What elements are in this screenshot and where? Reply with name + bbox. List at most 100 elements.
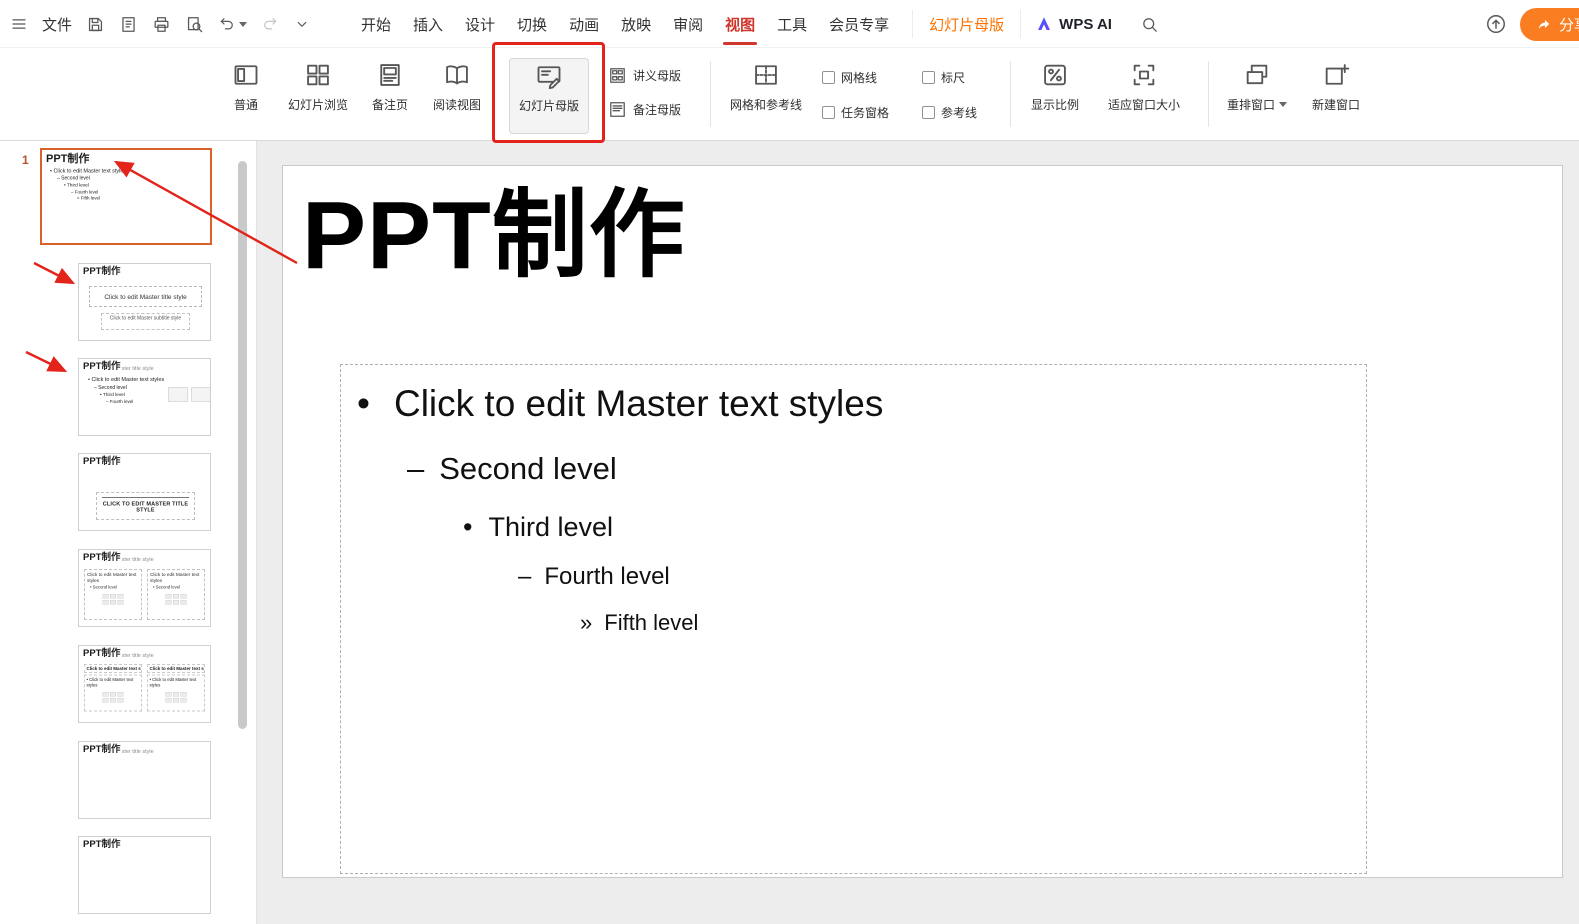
slide-text-placeholder[interactable]: •Click to edit Master text styles –Secon… <box>340 364 1367 874</box>
bullet-level-3: •Third level <box>463 512 613 543</box>
undo-icon[interactable] <box>218 15 247 33</box>
hamburger-menu-icon[interactable] <box>10 15 28 33</box>
slide-title-placeholder[interactable]: PPT制作 <box>302 186 686 287</box>
handout-master-button[interactable]: 讲义母版 <box>608 64 704 86</box>
notes-page-icon <box>376 61 404 89</box>
redo-icon <box>261 15 279 33</box>
new-window-button[interactable]: 新建窗口 <box>1300 58 1372 134</box>
wps-ai-button[interactable]: WPS AI <box>1035 15 1112 33</box>
content-placeholder-icon <box>191 387 211 402</box>
tab-slide-master-context[interactable]: 幻灯片母版 <box>912 10 1021 38</box>
thumbnail-two-content-layout[interactable]: Click to edit Master title style PPT制作 C… <box>78 549 211 627</box>
thumbnail-section-layout[interactable]: PPT制作 CLICK TO EDIT MASTER TITLE STYLE <box>78 453 211 531</box>
search-icon[interactable] <box>1140 15 1159 34</box>
menu-animation[interactable]: 动画 <box>558 0 610 48</box>
scrollbar-thumb[interactable] <box>238 161 247 729</box>
fit-window-icon <box>1130 61 1158 89</box>
normal-view-button[interactable]: 普通 <box>214 58 278 134</box>
thumbnail-master[interactable]: PPT制作 • Click to edit Master text styles… <box>40 148 212 245</box>
thumb-title: PPT制作 <box>83 456 122 467</box>
thumb-title: PPT制作 <box>83 552 122 563</box>
content-placeholder: Click to edit Master text styles • Secon… <box>84 569 142 620</box>
slide-master-icon <box>535 62 563 90</box>
menu-transitions[interactable]: 切换 <box>506 0 558 48</box>
bullet-level-4: –Fourth level <box>518 563 670 591</box>
comparison-column: Click to edit Master text styles • Click… <box>147 664 205 712</box>
thumb-bullets: • Click to edit Master text styles – Sec… <box>50 168 210 202</box>
thumbnail-title-layout[interactable]: PPT制作 Click to edit Master title style C… <box>78 263 211 341</box>
menu-member[interactable]: 会员专享 <box>818 0 900 48</box>
wps-ai-label: WPS AI <box>1059 16 1112 33</box>
slide-master-editing-area[interactable]: PPT制作 •Click to edit Master text styles … <box>282 165 1563 878</box>
share-button[interactable]: 分享 <box>1520 8 1579 41</box>
thumbnail-title-only-layout[interactable]: Click to edit Master title style PPT制作 <box>78 741 211 819</box>
dropdown-caret-icon <box>1279 102 1287 107</box>
upload-cloud-icon[interactable] <box>1485 13 1507 35</box>
menu-view[interactable]: 视图 <box>714 0 766 48</box>
bullet-marker: • <box>463 512 472 543</box>
bullet-marker: – <box>407 451 424 487</box>
ribbon: 普通 幻灯片浏览 备注页 阅读视图 幻灯片母版 讲义母版 备注母版 网格和参考线… <box>0 48 1579 141</box>
subtitle-placeholder: Click to edit Master subtitle style <box>101 313 190 330</box>
notes-page-button[interactable]: 备注页 <box>357 58 423 134</box>
bullet-marker: – <box>518 563 531 591</box>
menu-bar: 开始 插入 设计 切换 动画 放映 审阅 视图 工具 会员专享 幻灯片母版 WP… <box>350 0 1159 48</box>
fit-window-button[interactable]: 适应窗口大小 <box>1098 58 1190 134</box>
menu-tools[interactable]: 工具 <box>766 0 818 48</box>
thumb-title: PPT制作 <box>83 361 122 372</box>
bullet-marker: • <box>357 383 370 425</box>
menu-design[interactable]: 设计 <box>454 0 506 48</box>
toolbar-expand-chevron-icon[interactable] <box>293 15 311 33</box>
export-icon[interactable] <box>119 15 138 34</box>
save-icon[interactable] <box>86 15 105 34</box>
guides-checkbox[interactable]: 参考线 <box>922 104 977 121</box>
normal-view-icon <box>232 61 260 89</box>
print-icon[interactable] <box>152 15 171 34</box>
content-placeholder-icon <box>168 387 188 402</box>
ribbon-separator <box>1010 61 1011 127</box>
handout-master-icon <box>608 66 627 85</box>
checkbox-icon <box>922 71 935 84</box>
thumb-title: PPT制作 <box>83 839 122 850</box>
zoom-ratio-icon <box>1041 61 1069 89</box>
section-title-placeholder: CLICK TO EDIT MASTER TITLE STYLE <box>96 492 195 520</box>
arrange-windows-icon <box>1243 61 1271 89</box>
checkbox-icon <box>922 106 935 119</box>
menu-insert[interactable]: 插入 <box>402 0 454 48</box>
arrange-windows-button[interactable]: 重排窗口 <box>1216 58 1298 134</box>
thumbnail-comparison-layout[interactable]: Click to edit Master title style PPT制作 C… <box>78 645 211 723</box>
task-pane-checkbox[interactable]: 任务窗格 <box>822 104 889 121</box>
ruler-checkbox[interactable]: 标尺 <box>922 69 965 86</box>
wps-ai-logo <box>1035 15 1053 33</box>
thumb-title: PPT制作 <box>46 152 91 165</box>
menu-slideshow[interactable]: 放映 <box>610 0 662 48</box>
editing-canvas: PPT制作 •Click to edit Master text styles … <box>256 141 1579 924</box>
bullet-marker: » <box>580 610 592 636</box>
print-preview-icon[interactable] <box>185 15 204 34</box>
file-menu[interactable]: 文件 <box>42 14 72 35</box>
notes-master-button[interactable]: 备注母版 <box>608 98 704 120</box>
slide-number: 1 <box>22 153 29 167</box>
reading-view-icon <box>443 61 471 89</box>
slide-master-button[interactable]: 幻灯片母版 <box>509 58 589 134</box>
content-placeholder: Click to edit Master text styles • Secon… <box>147 569 205 620</box>
thumbnail-content-layout[interactable]: Click to edit Master title style PPT制作 •… <box>78 358 211 436</box>
slide-thumbnail-panel: 1 PPT制作 • Click to edit Master text styl… <box>0 141 256 924</box>
comparison-column: Click to edit Master text styles • Click… <box>84 664 142 712</box>
grid-and-guides-button[interactable]: 网格和参考线 <box>716 58 816 134</box>
checkbox-icon <box>822 71 835 84</box>
zoom-ratio-button[interactable]: 显示比例 <box>1022 58 1088 134</box>
share-icon <box>1536 17 1552 33</box>
sidebar-scrollbar[interactable] <box>238 147 247 919</box>
slide-sorter-button[interactable]: 幻灯片浏览 <box>272 58 364 134</box>
undo-dropdown-caret-icon[interactable] <box>239 22 247 27</box>
new-window-icon <box>1322 61 1350 89</box>
ribbon-separator <box>710 61 711 127</box>
menu-home[interactable]: 开始 <box>350 0 402 48</box>
thumbnail-blank-layout[interactable]: PPT制作 <box>78 836 211 914</box>
bullet-level-1: •Click to edit Master text styles <box>357 383 883 425</box>
menu-review[interactable]: 审阅 <box>662 0 714 48</box>
gridlines-checkbox[interactable]: 网格线 <box>822 69 877 86</box>
bullet-level-2: –Second level <box>407 451 617 487</box>
reading-view-button[interactable]: 阅读视图 <box>420 58 494 134</box>
